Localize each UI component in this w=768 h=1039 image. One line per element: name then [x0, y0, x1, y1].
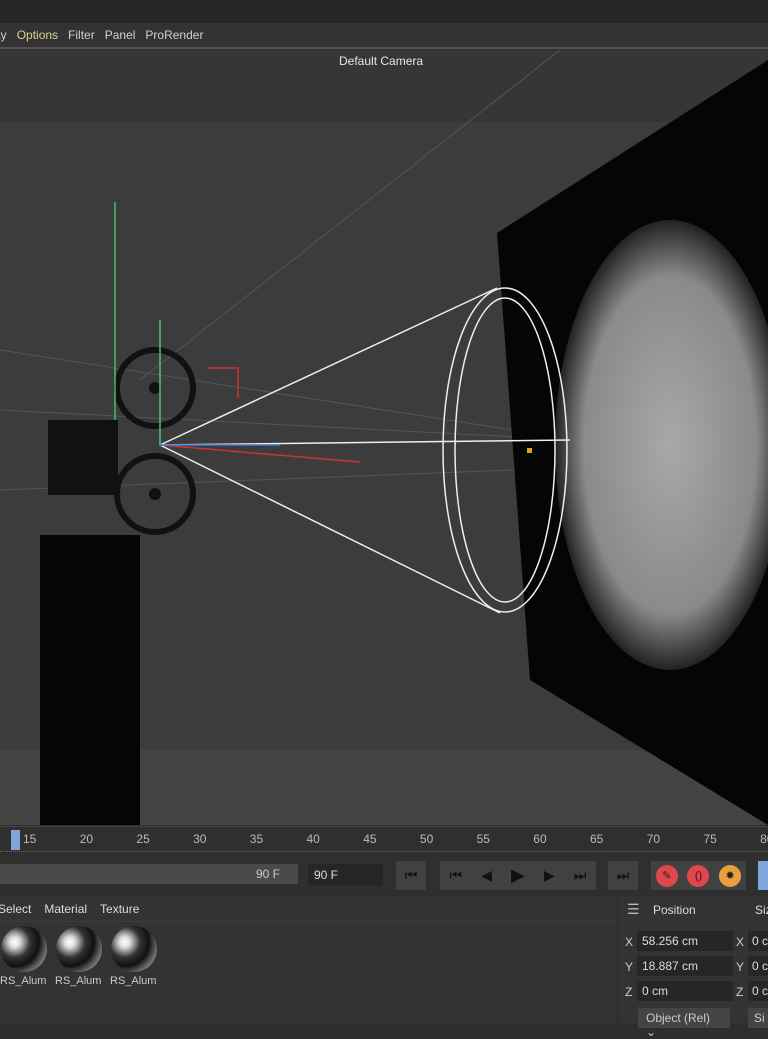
- tick-label: 80: [760, 832, 768, 846]
- previous-key-icon[interactable]: ⏮: [450, 867, 463, 884]
- tick-label: 65: [590, 832, 604, 846]
- timeline-ruler[interactable]: 15 20 25 30 35 40 45 50 55 60 65 70 75 80: [0, 826, 768, 858]
- playback-controls: 90 F 90 F ⏮ ⏮ ◀ ▶ ▶ ⏭ ⏭ ✎ () ✹: [0, 858, 768, 894]
- menu-filter[interactable]: Filter: [68, 28, 95, 42]
- position-x-field[interactable]: 58.256 cm: [637, 931, 733, 951]
- record-key-icon[interactable]: ✎: [655, 864, 678, 887]
- size-y-field[interactable]: 0 c: [748, 956, 768, 976]
- 3d-viewport[interactable]: Default Camera: [0, 50, 768, 825]
- y-label: Y: [625, 960, 634, 974]
- go-to-start-icon: ⏮: [404, 867, 418, 883]
- tick-label: 35: [249, 832, 264, 846]
- menu-options[interactable]: Options: [17, 28, 58, 42]
- material-swatch[interactable]: RS_Alum: [110, 926, 158, 992]
- next-frame-icon[interactable]: ▶: [544, 867, 555, 884]
- previous-frame-icon[interactable]: ◀: [481, 867, 492, 884]
- tick-label: 60: [533, 832, 547, 846]
- size-y-label: Y: [736, 960, 745, 974]
- z-label: Z: [625, 985, 633, 999]
- tick-label: 50: [419, 832, 434, 846]
- material-name: RS_Alum: [0, 975, 47, 987]
- playhead[interactable]: [11, 830, 20, 850]
- material-swatch[interactable]: RS_Alum: [0, 926, 48, 992]
- material-manager: Select Material Texture RS_Alum RS_Alum …: [0, 896, 617, 1023]
- material-preview: [1, 926, 47, 972]
- title-bar: [0, 0, 768, 23]
- go-to-end-button[interactable]: ⏭: [608, 861, 638, 890]
- tick-label: 75: [703, 832, 717, 846]
- material-name: RS_Alum: [55, 975, 102, 987]
- tick-label: 30: [193, 832, 207, 846]
- tick-label: 40: [306, 832, 320, 846]
- slider-end-label: 90 F: [255, 867, 280, 881]
- menu-panel[interactable]: Panel: [105, 28, 136, 42]
- size-mode-dropdown[interactable]: Si: [748, 1008, 768, 1028]
- position-z-field[interactable]: 0 cm: [637, 981, 733, 1001]
- viewport-menu-bar: ay Options Filter Panel ProRender: [0, 23, 768, 49]
- coordinate-mode-dropdown[interactable]: Object (Rel) ⌄: [638, 1008, 730, 1039]
- tick-label: 45: [363, 832, 377, 846]
- tick-label: 20: [79, 832, 94, 846]
- go-to-start-button[interactable]: ⏮: [396, 861, 426, 890]
- size-x-field[interactable]: 0 c: [748, 931, 768, 951]
- scene: [0, 50, 768, 825]
- size-title: Siz: [755, 903, 768, 917]
- end-frame-field[interactable]: 90 F: [308, 864, 383, 886]
- keyframe-settings-icon[interactable]: ✹: [719, 864, 742, 887]
- menu-texture[interactable]: Texture: [100, 902, 139, 916]
- position-title: Position: [653, 903, 696, 917]
- go-to-end-icon: ⏭: [616, 867, 630, 883]
- play-icon[interactable]: ▶: [511, 865, 525, 886]
- camera-label[interactable]: Default Camera: [339, 54, 423, 68]
- menu-display[interactable]: ay: [0, 28, 7, 42]
- transport-group: ⏮ ◀ ▶ ▶ ⏭: [440, 861, 596, 890]
- ruler-ticks: [0, 851, 768, 854]
- frame-range-slider[interactable]: 90 F: [0, 864, 298, 884]
- tick-label: 70: [646, 832, 661, 846]
- menu-icon[interactable]: ☰: [627, 901, 640, 918]
- tick-label: 55: [476, 832, 490, 846]
- tick-label: 15: [23, 832, 37, 846]
- material-preview: [111, 926, 157, 972]
- x-label: X: [625, 935, 634, 949]
- size-x-label: X: [736, 935, 745, 949]
- menu-prorender[interactable]: ProRender: [145, 28, 203, 42]
- position-y-field[interactable]: 18.887 cm: [637, 956, 733, 976]
- record-group: ✎ () ✹: [651, 861, 746, 890]
- autokey-icon[interactable]: (): [687, 864, 710, 887]
- next-key-icon[interactable]: ⏭: [574, 867, 587, 884]
- tick-label: 25: [136, 832, 150, 846]
- size-z-field[interactable]: 0 c: [748, 981, 768, 1001]
- size-z-label: Z: [736, 985, 744, 999]
- material-name: RS_Alum: [110, 975, 157, 987]
- timeline-mode-button[interactable]: [758, 861, 768, 890]
- material-preview: [56, 926, 102, 972]
- material-swatch[interactable]: RS_Alum: [55, 926, 103, 992]
- menu-select[interactable]: Select: [0, 902, 31, 916]
- menu-material[interactable]: Material: [44, 902, 87, 916]
